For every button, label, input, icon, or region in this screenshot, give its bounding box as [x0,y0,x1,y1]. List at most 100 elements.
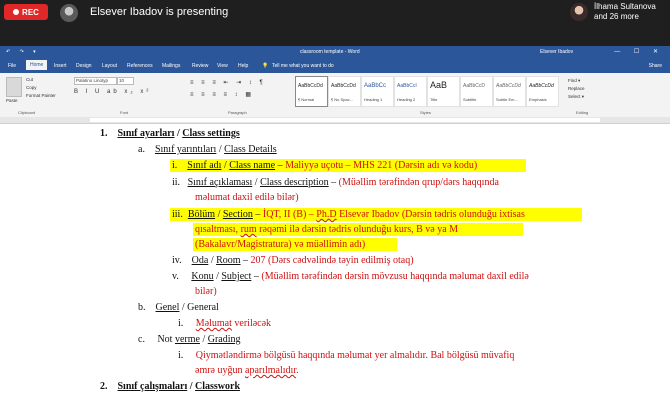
item-note: rəqəmi ilə dərsin tədris olunduğu kurs, … [256,224,459,235]
list-item-b: b. Genel / General [138,302,219,313]
presenter-avatar [60,4,78,22]
paste-label[interactable]: Paste [6,98,18,103]
item-note-misspelled: Ph.D [316,209,337,220]
cut-button[interactable]: Cut [26,77,33,82]
participants-info[interactable]: İlhama Sultanova and 26 more [594,2,656,22]
item-note-cont: əmrə uyğun aparılmalıdır. [195,365,299,376]
item-text-az: Not [157,334,175,345]
copy-button[interactable]: Copy [26,85,37,90]
style-preview: AaBbCcDd [331,83,356,89]
record-button[interactable]: REC [4,4,48,20]
list-roman: v. [172,271,179,282]
find-button[interactable]: Find ▾ [568,77,585,85]
item-note: Elsevər Ibadov (Dərsin tədris olunduğu i… [336,209,525,220]
item-note: İQT, II (B) – [262,209,317,220]
paste-button[interactable] [6,77,22,97]
style-label: ¶ Normal [298,97,315,102]
list-letter: c. [138,334,145,345]
font-name-field[interactable]: Palatino Linotyp [74,77,117,85]
horizontal-ruler[interactable] [0,117,670,124]
item-note: veriləcək [231,318,272,329]
list-roman: iii. [172,209,183,220]
paragraph-buttons-bottom[interactable]: ≡ ≡ ≡ ≡ ↕ ▦ [190,91,254,98]
record-dot-icon [13,9,20,15]
list-item-i: i. Sınıf adı / Class name – Maliyyə uçot… [172,160,477,171]
window-controls[interactable]: — ☐ ✕ [614,48,664,55]
tab-insert[interactable]: Insert [54,63,67,69]
group-clipboard-label: Clipboard [18,110,36,115]
dash: – [275,160,286,171]
list-roman: i. [178,350,184,361]
ribbon-home: Paste Cut Copy Format Painter Palatino L… [0,73,670,118]
list-number: 1. [100,128,108,139]
heading-text-az: Sınıf ayarları [117,128,175,139]
font-format-buttons[interactable]: B I U ab x₂ x² [74,89,151,95]
tab-view[interactable]: View [217,63,228,69]
style-preview: AaBbCc [364,83,387,89]
word-title-bar: ↶ ↷ ▾ classroom template - Word Elsever … [0,46,670,58]
style-label: Heading 1 [364,97,383,102]
style-heading-2[interactable]: AaBbCcI Heading 2 [394,76,427,107]
tell-me-box[interactable]: Tell me what you want to do [272,63,334,69]
heading-text-en: Class settings [182,128,240,139]
zoom-top-bar: REC Elsever Ibadov is presenting İlhama … [0,0,670,46]
heading-text-az: Sınıf çalışmaları [117,381,188,392]
style-label: Subtitle [463,97,477,102]
item-text-az-underlined: verme [174,334,200,345]
item-text-az: Sınıf adı [187,160,222,171]
heading-text-en: Classwork [195,381,241,392]
group-styles-label: Styles [420,110,431,115]
item-text-az: Oda [191,255,209,266]
tab-home[interactable]: Home [26,60,48,70]
account-name[interactable]: Elsever Ibadov [540,49,573,55]
item-note-misspelled: rum [240,224,257,235]
style-heading-1[interactable]: AaBbCc Heading 1 [361,76,394,107]
separator: / [208,255,217,266]
tab-references[interactable]: References [127,63,153,69]
document-page[interactable]: 1. Sınıf ayarları / Class settings a. Sı… [0,124,670,394]
style-preview: AaBbCcDd [298,83,323,89]
item-note: (Müəllim tərəfindən dərsin mövzusu haqqı… [261,271,529,282]
tab-help[interactable]: Help [238,63,248,69]
replace-button[interactable]: Replace [568,85,585,93]
style-preview: AaBbCcI [397,83,417,89]
tab-review[interactable]: Review [192,63,208,69]
style-emphasis[interactable]: AaBbCcDd Emphasis [526,76,559,107]
item-note: . [296,365,299,376]
presenter-text: Elsever Ibadov is presenting [90,6,229,18]
style-label: Title [430,97,438,102]
item-note: əmrə uyğun [195,365,245,376]
tab-layout[interactable]: Layout [102,63,117,69]
item-note: qısaltması, [195,224,241,235]
dash: – [328,177,339,188]
select-button[interactable]: Select ▾ [568,93,585,101]
style-normal[interactable]: AaBbCcDd ¶ Normal [295,76,328,107]
item-text-en: Class name [229,160,276,171]
tab-file[interactable]: File [8,63,16,69]
item-note: Maliyyə uçotu – MHS 221 (Dərsin adı və k… [285,160,478,171]
format-painter-button[interactable]: Format Painter [26,93,56,98]
list-item-iii: iii. Bölüm / Section – İQT, II (B) – Ph.… [172,209,525,220]
list-letter: a. [138,144,145,155]
item-text-az: Sınıf yarıntıları [154,144,217,155]
item-note: 207 (Dərs cədvəlində təyin edilmiş otaq) [250,255,414,266]
share-button[interactable]: Share [649,63,662,69]
editing-group: Find ▾ Replace Select ▾ [568,77,585,101]
list-roman: i. [178,318,184,329]
list-letter: b. [138,302,146,313]
item-text-az: Konu [191,271,214,282]
style-preview: AaB [430,80,448,90]
tab-mailings[interactable]: Mailings [162,63,180,69]
list-item-c: c. Not verme / Grading [138,334,241,345]
style-subtle-emphasis[interactable]: AaBbCcDd Subtle Em... [493,76,526,107]
tab-design[interactable]: Design [76,63,92,69]
paragraph-buttons-top[interactable]: ≡ ≡ ≡ ⇤ ⇥ ↕ ¶ [190,79,266,86]
style-subtitle[interactable]: AaBbCcD Subtitle [460,76,493,107]
style-label: Heading 2 [397,97,416,102]
participant-avatar[interactable] [570,3,588,21]
font-size-field[interactable]: 10 [117,77,134,85]
style-title[interactable]: AaB Title [427,76,460,107]
quick-access-toolbar[interactable]: ↶ ↷ ▾ [6,49,40,55]
style-no-spacing[interactable]: AaBbCcDd ¶ No Spac... [328,76,361,107]
list-number: 2. [100,381,108,392]
